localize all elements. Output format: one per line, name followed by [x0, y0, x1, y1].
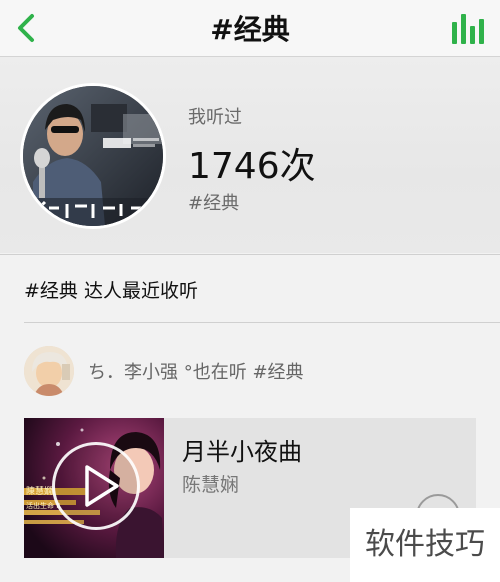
divider — [0, 254, 500, 255]
song-title: 月半小夜曲 — [182, 438, 302, 466]
watermark: 软件技巧 — [350, 508, 500, 582]
play-icon — [85, 465, 119, 507]
artist-avatar[interactable] — [20, 83, 166, 229]
song-artist: 陈慧娴 — [182, 474, 240, 496]
listener-activity-text: ち．李小强 °也在听 #经典 — [88, 362, 304, 383]
cover-artist-text: 陳慧嫺 — [26, 485, 53, 497]
tag-profile-header: 我听过 1746次 #经典 — [0, 57, 500, 253]
page-title: #经典 — [210, 13, 290, 46]
tag-label[interactable]: #经典 — [188, 189, 239, 215]
listen-label: 我听过 — [188, 107, 242, 128]
nav-bar: #经典 — [0, 0, 500, 57]
bar-chart-icon[interactable] — [448, 10, 488, 46]
play-button[interactable] — [52, 442, 140, 530]
listener-activity-row[interactable]: ち．李小强 °也在听 #经典 — [0, 326, 500, 416]
listen-count: 1746次 — [188, 146, 316, 187]
listener-photo — [24, 346, 74, 396]
divider — [24, 322, 500, 323]
listener-avatar[interactable] — [24, 346, 74, 396]
artist-photo — [23, 86, 163, 226]
section-title: #经典 达人最近收听 — [24, 280, 198, 302]
album-cover[interactable]: 陳慧嫺 活出生命 II — [24, 418, 164, 558]
